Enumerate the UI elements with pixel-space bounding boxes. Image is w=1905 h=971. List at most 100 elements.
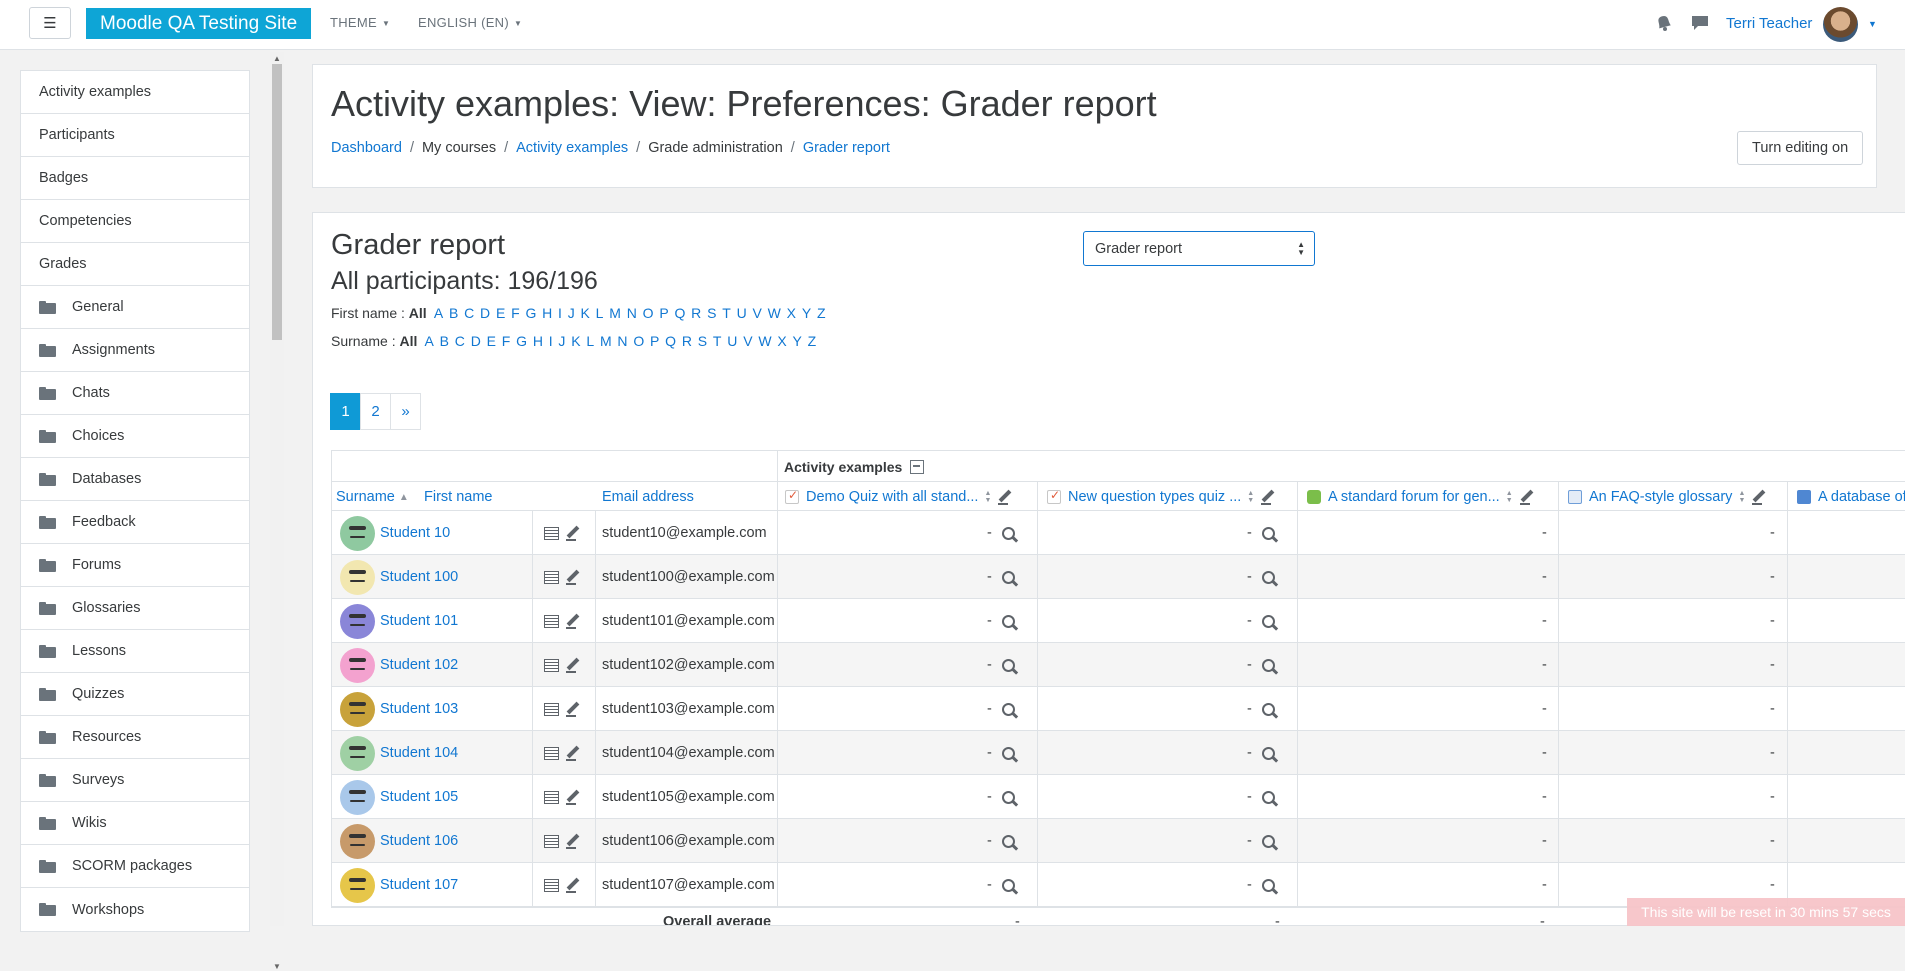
sidebar-item-feedback[interactable]: Feedback <box>21 501 249 544</box>
student-name-link[interactable]: Student 104 <box>380 745 458 761</box>
sidebar-item-badges[interactable]: Badges <box>21 157 249 200</box>
grade-cell[interactable]: - <box>987 863 1015 907</box>
sidebar-item-choices[interactable]: Choices <box>21 415 249 458</box>
grade-cell[interactable]: - <box>1770 819 1775 863</box>
scroll-down-arrow[interactable]: ▼ <box>273 962 281 971</box>
student-avatar[interactable] <box>340 603 375 639</box>
student-avatar[interactable] <box>340 691 375 727</box>
grade-analysis-icon[interactable] <box>1001 746 1015 760</box>
user-report-icon[interactable] <box>544 834 559 848</box>
grade-cell[interactable]: - <box>987 775 1015 819</box>
grade-item-header-2[interactable]: New question types quiz ... ▲▼ <box>1047 482 1276 512</box>
student-name-link[interactable]: Student 107 <box>380 877 458 893</box>
grade-cell[interactable]: - <box>1770 775 1775 819</box>
sidebar-item-glossaries[interactable]: Glossaries <box>21 587 249 630</box>
grade-item-title[interactable]: A standard forum for gen... <box>1328 489 1500 505</box>
user-report-icon[interactable] <box>544 790 559 804</box>
surname-initial-letter[interactable]: D <box>471 333 481 349</box>
sort-ascending-icon[interactable]: ▲ <box>399 492 409 503</box>
student-name-link[interactable]: Student 10 <box>380 525 450 541</box>
edit-pencil-icon[interactable] <box>565 877 581 893</box>
language-menu[interactable]: ENGLISH (EN) ▼ <box>418 15 522 30</box>
user-report-icon[interactable] <box>544 526 559 540</box>
edit-pencil-icon[interactable] <box>565 789 581 805</box>
grade-cell[interactable]: - <box>1542 863 1547 907</box>
surname-initial-letter[interactable]: K <box>571 333 580 349</box>
surname-initial-letter[interactable]: T <box>713 333 722 349</box>
grade-item-title[interactable]: An FAQ-style glossary <box>1589 489 1732 505</box>
report-type-select[interactable]: Grader report ▲ ▼ <box>1083 231 1315 266</box>
student-name-link[interactable]: Student 103 <box>380 701 458 717</box>
surname-initial-letter[interactable]: V <box>743 333 752 349</box>
grade-item-title[interactable]: New question types quiz ... <box>1068 489 1241 505</box>
firstname-initial-letter[interactable]: Q <box>674 305 685 321</box>
surname-initial-letter[interactable]: S <box>698 333 707 349</box>
grade-cell[interactable]: - <box>1247 731 1275 775</box>
sidebar-item-workshops[interactable]: Workshops <box>21 888 249 931</box>
student-avatar[interactable] <box>340 559 375 595</box>
grade-analysis-icon[interactable] <box>1261 614 1275 628</box>
surname-initial-letter[interactable]: X <box>777 333 786 349</box>
grade-cell[interactable]: - <box>1247 599 1275 643</box>
firstname-initial-letter[interactable]: C <box>464 305 474 321</box>
grade-analysis-icon[interactable] <box>1261 526 1275 540</box>
user-report-icon[interactable] <box>544 878 559 892</box>
sidebar-item-surveys[interactable]: Surveys <box>21 759 249 802</box>
surname-initial-letter[interactable]: B <box>440 333 449 349</box>
edit-pencil-icon[interactable] <box>565 569 581 585</box>
grade-cell[interactable]: - <box>1770 643 1775 687</box>
firstname-initial-letter[interactable]: N <box>627 305 637 321</box>
student-avatar[interactable] <box>340 515 375 551</box>
grade-cell[interactable]: - <box>1542 555 1547 599</box>
scrollbar-thumb[interactable] <box>272 64 282 340</box>
grade-analysis-icon[interactable] <box>1001 614 1015 628</box>
grade-item-header-1[interactable]: Demo Quiz with all stand... ▲▼ <box>785 482 1013 512</box>
edit-pencil-icon[interactable] <box>1751 489 1767 505</box>
sidebar-scrollbar[interactable]: ▲ ▼ <box>270 52 284 971</box>
firstname-column-header[interactable]: First name <box>424 482 493 512</box>
edit-pencil-icon[interactable] <box>565 745 581 761</box>
chevron-down-icon[interactable]: ▼ <box>1868 19 1877 29</box>
sort-icon[interactable]: ▲ ▼ <box>1738 490 1745 504</box>
sidebar-item-grades[interactable]: Grades <box>21 243 249 286</box>
sidebar-item-assignments[interactable]: Assignments <box>21 329 249 372</box>
surname-initial-letter[interactable]: L <box>586 333 594 349</box>
firstname-initial-letter[interactable]: Y <box>802 305 811 321</box>
next-page-link[interactable]: » <box>390 393 421 430</box>
firstname-initial-letter[interactable]: H <box>542 305 552 321</box>
surname-initial-letter[interactable]: R <box>682 333 692 349</box>
grade-cell[interactable]: - <box>1247 863 1275 907</box>
grade-analysis-icon[interactable] <box>1261 878 1275 892</box>
grade-cell[interactable]: - <box>1542 775 1547 819</box>
firstname-initial-letter[interactable]: X <box>787 305 796 321</box>
surname-initial-letter[interactable]: F <box>502 333 511 349</box>
sidebar-item-quizzes[interactable]: Quizzes <box>21 673 249 716</box>
scroll-up-arrow[interactable]: ▲ <box>273 54 281 63</box>
sidebar-item-resources[interactable]: Resources <box>21 716 249 759</box>
firstname-initial-letter[interactable]: A <box>434 305 443 321</box>
user-report-icon[interactable] <box>544 702 559 716</box>
surname-initial-letter[interactable]: Y <box>793 333 802 349</box>
email-column-header[interactable]: Email address <box>602 482 694 512</box>
collapse-icon[interactable] <box>910 459 925 474</box>
menu-toggle-button[interactable]: ☰ <box>29 7 71 39</box>
surname-initial-letter[interactable]: G <box>516 333 527 349</box>
sort-icon[interactable]: ▲ ▼ <box>984 490 991 504</box>
student-name-link[interactable]: Student 101 <box>380 613 458 629</box>
sidebar-item-participants[interactable]: Participants <box>21 114 249 157</box>
grade-analysis-icon[interactable] <box>1001 526 1015 540</box>
firstname-initial-letter[interactable]: S <box>707 305 716 321</box>
grade-cell[interactable]: - <box>987 819 1015 863</box>
sort-icon[interactable]: ▲ ▼ <box>1247 490 1254 504</box>
surname-initial-letter[interactable]: P <box>650 333 659 349</box>
grade-cell[interactable]: - <box>1247 687 1275 731</box>
grade-cell[interactable]: - <box>1770 731 1775 775</box>
site-brand-link[interactable]: Moodle QA Testing Site <box>86 8 312 39</box>
grade-item-header-5[interactable]: A database of <box>1797 482 1905 512</box>
grade-cell[interactable]: - <box>1542 511 1547 555</box>
grade-analysis-icon[interactable] <box>1261 658 1275 672</box>
surname-column-header[interactable]: Surname ▲ <box>336 482 409 512</box>
sidebar-item-general[interactable]: General <box>21 286 249 329</box>
surname-initial-letter[interactable]: H <box>533 333 543 349</box>
turn-editing-on-button[interactable]: Turn editing on <box>1737 131 1864 165</box>
